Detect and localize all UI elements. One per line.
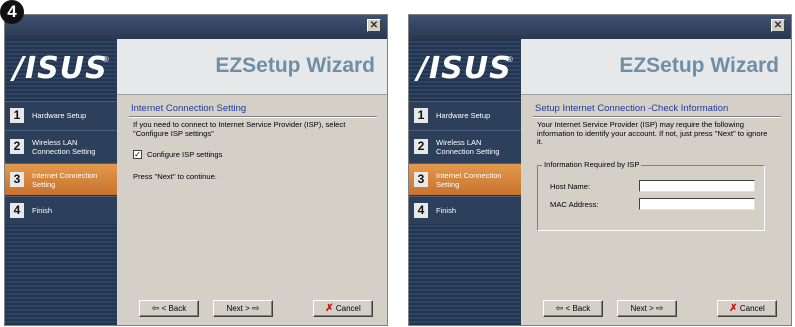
close-button[interactable]: ✕ [771, 19, 785, 32]
mac-address-field[interactable] [639, 198, 755, 210]
step-number: 1 [10, 108, 24, 123]
asus-logo: /ISUS [417, 51, 512, 86]
host-name-field[interactable] [639, 180, 755, 192]
button-bar: ⇦ < Back Next > ⇨ ✗ Cancel [117, 300, 387, 320]
mac-address-label: MAC Address: [550, 200, 599, 209]
step-number: 4 [414, 203, 428, 218]
close-icon: ✕ [369, 20, 379, 31]
close-icon: ✕ [773, 20, 783, 31]
step-internet-connection[interactable]: 3 Internet Connection Setting [409, 163, 521, 195]
step-label: Hardware Setup [32, 111, 87, 120]
group-title: Information Required by ISP [542, 160, 642, 169]
step-hardware-setup[interactable]: 1 Hardware Setup [409, 101, 521, 129]
steps-list: 1 Hardware Setup 2 Wireless LAN Connecti… [5, 101, 117, 225]
back-button[interactable]: ⇦ < Back [543, 300, 603, 317]
cancel-button[interactable]: ✗ Cancel [717, 300, 777, 317]
wizard-sidebar: /ISUS ® 1 Hardware Setup 2 Wireless LAN … [409, 39, 521, 325]
registered-mark: ® [507, 55, 513, 64]
wizard-content: Setup Internet Connection -Check Informa… [521, 95, 791, 325]
asus-logo: /ISUS [13, 51, 108, 86]
logo-area: /ISUS ® [5, 39, 117, 95]
step-label: Finish [32, 206, 53, 215]
step-number: 4 [10, 203, 24, 218]
step-hardware-setup[interactable]: 1 Hardware Setup [5, 101, 117, 129]
wizard-title: EZSetup Wizard [619, 54, 779, 77]
step-label: Internet Connection Setting [436, 170, 502, 189]
step-label: Hardware Setup [436, 111, 491, 120]
step-number: 3 [414, 172, 428, 187]
next-button[interactable]: Next > ⇨ [213, 300, 273, 317]
continue-text: Press "Next" to continue. [133, 172, 217, 181]
instruction-text: If you need to connect to Internet Servi… [133, 120, 346, 138]
cancel-button[interactable]: ✗ Cancel [313, 300, 373, 317]
step-wireless-lan[interactable]: 2 Wireless LAN Connection Setting [5, 130, 117, 162]
instruction-text: Your Internet Service Provider (ISP) may… [537, 120, 768, 146]
host-name-label: Host Name: [550, 182, 591, 191]
step-finish[interactable]: 4 Finish [5, 196, 117, 224]
next-button[interactable]: Next > ⇨ [617, 300, 677, 317]
cancel-x-icon: ✗ [325, 303, 334, 314]
configure-isp-checkbox[interactable]: ✓ [133, 150, 142, 159]
wizard-title: EZSetup Wizard [215, 54, 375, 77]
arrow-right-icon: ⇨ [656, 303, 664, 313]
title-bar: ✕ [5, 15, 387, 39]
step-number: 2 [10, 139, 24, 154]
section-title: Internet Connection Setting [131, 103, 247, 114]
step-label: Internet Connection Setting [32, 170, 98, 189]
arrow-left-icon: ⇦ [151, 303, 160, 313]
arrow-left-icon: ⇦ [555, 303, 564, 313]
step-number: 2 [414, 139, 428, 154]
step-label: Wireless LAN Connection Setting [436, 137, 500, 156]
button-bar: ⇦ < Back Next > ⇨ ✗ Cancel [521, 300, 791, 320]
wizard-header: EZSetup Wizard [117, 39, 387, 95]
title-bar: ✕ [409, 15, 791, 39]
registered-mark: ® [103, 55, 109, 64]
wizard-sidebar: /ISUS ® 1 Hardware Setup 2 Wireless LAN … [5, 39, 117, 325]
wizard-header: EZSetup Wizard [521, 39, 791, 95]
figure-step-badge: 4 [0, 0, 24, 24]
step-label: Finish [436, 206, 457, 215]
back-button[interactable]: ⇦ < Back [139, 300, 199, 317]
step-wireless-lan[interactable]: 2 Wireless LAN Connection Setting [409, 130, 521, 162]
step-number: 1 [414, 108, 428, 123]
step-label: Wireless LAN Connection Setting [32, 137, 96, 156]
step-number: 3 [10, 172, 24, 187]
ezsetup-wizard-window-isp-setting: ✕ /ISUS ® 1 Hardware Setup 2 Wireless LA… [4, 14, 388, 326]
steps-list: 1 Hardware Setup 2 Wireless LAN Connecti… [409, 101, 521, 225]
title-divider [129, 116, 377, 118]
close-button[interactable]: ✕ [367, 19, 381, 32]
step-finish[interactable]: 4 Finish [409, 196, 521, 224]
configure-isp-checkbox-row[interactable]: ✓ Configure ISP settings [133, 150, 222, 159]
cancel-x-icon: ✗ [729, 303, 738, 314]
title-divider [533, 116, 781, 118]
checkbox-label: Configure ISP settings [147, 150, 223, 159]
section-title: Setup Internet Connection -Check Informa… [535, 103, 729, 114]
isp-info-group: Information Required by ISP Host Name: M… [537, 160, 765, 231]
logo-area: /ISUS ® [409, 39, 521, 95]
step-internet-connection[interactable]: 3 Internet Connection Setting [5, 163, 117, 195]
wizard-content: Internet Connection Setting If you need … [117, 95, 387, 325]
arrow-right-icon: ⇨ [252, 303, 260, 313]
ezsetup-wizard-window-check-information: ✕ /ISUS ® 1 Hardware Setup 2 Wireless LA… [408, 14, 792, 326]
